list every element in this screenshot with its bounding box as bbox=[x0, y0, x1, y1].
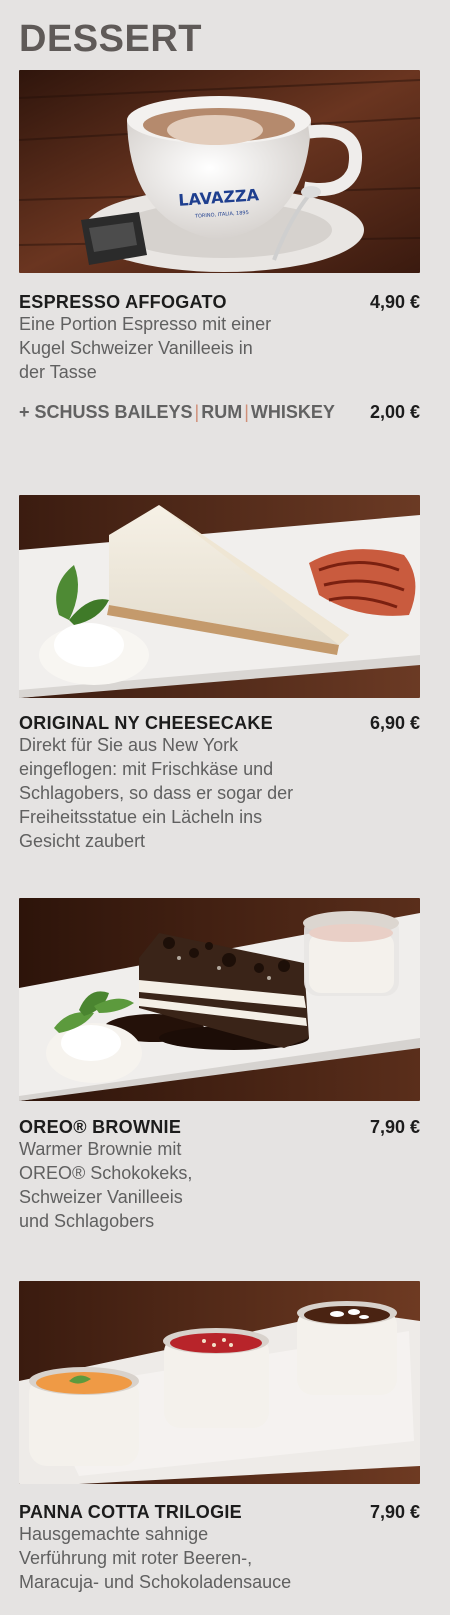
oreo-brownie-description: Warmer Brownie mit OREO® Schokokeks, Sch… bbox=[19, 1137, 192, 1233]
extra-baileys-label: + SCHUSS BAILEYS bbox=[19, 402, 193, 422]
oreo-brownie-name: OREO® BROWNIE bbox=[19, 1117, 182, 1137]
description-line: Schlagobers, so dass er sogar der bbox=[19, 783, 294, 803]
cheesecake-name: ORIGINAL NY CHEESECAKE bbox=[19, 713, 273, 733]
extra-whiskey-label: WHISKEY bbox=[250, 402, 335, 422]
panna-cotta-name: PANNA COTTA TRILOGIE bbox=[19, 1502, 242, 1522]
extra-separator: | bbox=[194, 402, 200, 422]
description-line: Freiheitsstatue ein Lächeln ins bbox=[19, 807, 263, 827]
description-line: Kugel Schweizer Vanilleeis in bbox=[19, 338, 253, 358]
espresso-affogato-name: ESPRESSO AFFOGATO bbox=[19, 292, 227, 312]
description-line: OREO® Schokokeks, bbox=[19, 1163, 193, 1183]
description-line: und Schlagobers bbox=[19, 1211, 155, 1231]
description-line: Direkt für Sie aus New York bbox=[19, 735, 239, 755]
oreo-brownie-photo bbox=[19, 898, 420, 1101]
espresso-affogato-description: Eine Portion Espresso mit einer Kugel Sc… bbox=[19, 312, 271, 384]
espresso-affogato-extra: + SCHUSS BAILEYS | RUM | WHISKEY 2,00 € bbox=[19, 401, 420, 423]
description-line: Verführung mit roter Beeren-, bbox=[19, 1548, 253, 1568]
extra-rum-label: RUM bbox=[201, 402, 243, 422]
description-line: Gesicht zaubert bbox=[19, 831, 146, 851]
panna-cotta-price: 7,90 € bbox=[369, 1502, 420, 1522]
cheesecake-photo bbox=[19, 495, 420, 698]
page-title: DESSERT bbox=[19, 18, 202, 60]
description-line: Warmer Brownie mit bbox=[19, 1139, 182, 1159]
oreo-brownie-price: 7,90 € bbox=[369, 1117, 420, 1137]
espresso-affogato-price: 4,90 € bbox=[369, 292, 420, 312]
panna-cotta-description: Hausgemachte sahnige Verführung mit rote… bbox=[19, 1522, 291, 1594]
description-line: Maracuja- und Schokoladensauce bbox=[19, 1572, 292, 1592]
extra-separator: | bbox=[244, 402, 249, 422]
description-line: der Tasse bbox=[19, 362, 97, 382]
description-line: eingeflogen: mit Frischkäse und bbox=[19, 759, 274, 779]
description-line: Eine Portion Espresso mit einer bbox=[19, 314, 272, 334]
espresso-affogato-photo: LAVAZZA TORINO, ITALIA, 1895 bbox=[19, 70, 420, 273]
panna-cotta-photo bbox=[19, 1281, 420, 1484]
cheesecake-description: Direkt für Sie aus New York eingeflogen:… bbox=[19, 733, 293, 853]
extra-price: 2,00 € bbox=[369, 402, 420, 422]
description-line: Hausgemachte sahnige bbox=[19, 1524, 209, 1544]
description-line: Schweizer Vanilleeis bbox=[19, 1187, 183, 1207]
cheesecake-price: 6,90 € bbox=[369, 713, 420, 733]
